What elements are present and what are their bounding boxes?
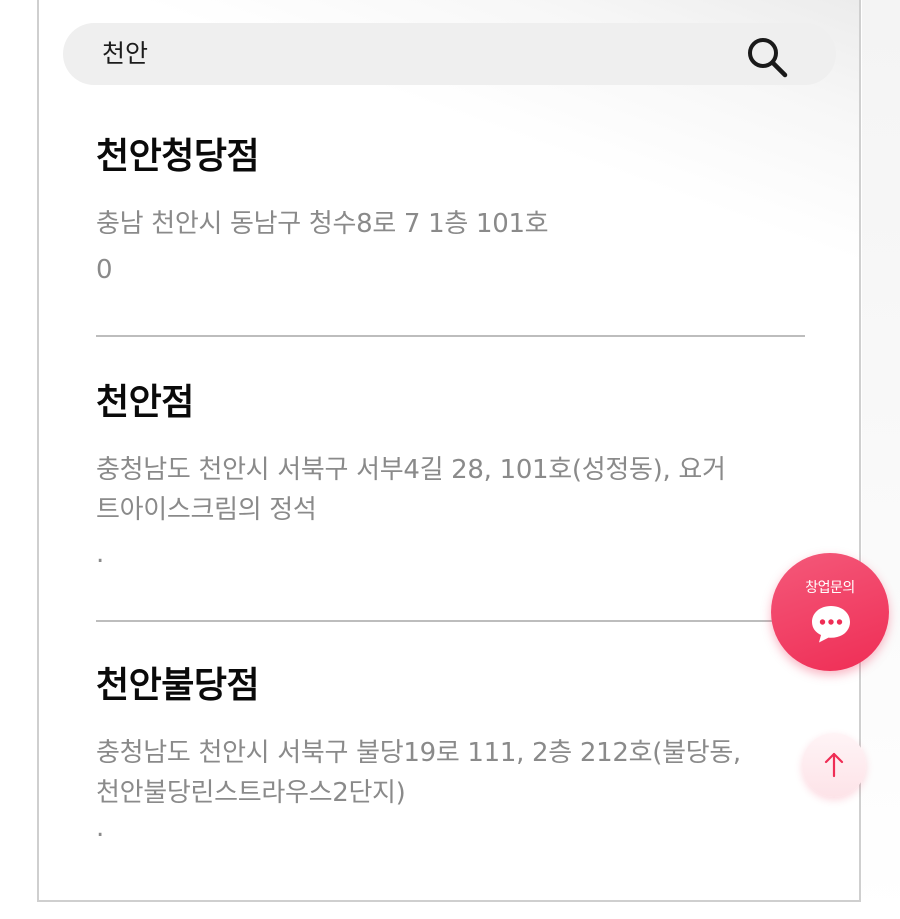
store-extra: 0 — [96, 255, 113, 285]
divider — [96, 335, 805, 337]
store-item[interactable]: 천안점 충청남도 천안시 서북구 서부4길 28, 101호(성정동), 요거 … — [96, 381, 806, 574]
store-address-line: 트아이스크림의 정석 — [96, 495, 317, 525]
store-extra: . — [96, 539, 105, 569]
store-name[interactable]: 천안청당점 — [96, 135, 806, 179]
store-address: 충청남도 천안시 서북구 서부4길 28, 101호(성정동), 요거 트아이스… — [96, 450, 806, 530]
search-input[interactable]: 천안 — [102, 37, 148, 71]
arrow-up-icon — [824, 752, 844, 778]
store-address-line: 충청남도 천안시 서북구 불당19로 111, 2층 212호(불당동, — [96, 738, 741, 768]
store-name[interactable]: 천안점 — [96, 381, 806, 425]
store-extra: . — [96, 813, 105, 843]
search-icon[interactable] — [745, 35, 789, 79]
store-item[interactable]: 천안청당점 충남 천안시 동남구 청수8로 7 1층 101호 0 — [96, 135, 806, 290]
store-address: 충남 천안시 동남구 청수8로 7 1층 101호 — [96, 204, 806, 244]
chat-bubble-icon — [812, 606, 850, 643]
store-name[interactable]: 천안불당점 — [96, 664, 806, 708]
store-address-line: 천안불당린스트라우스2단지) — [96, 778, 406, 808]
scroll-top-button[interactable] — [802, 733, 866, 797]
search-bar[interactable]: 천안 — [63, 23, 836, 85]
store-address-line: 충남 천안시 동남구 청수8로 7 1층 101호 — [96, 209, 549, 239]
divider — [96, 620, 805, 622]
store-item[interactable]: 천안불당점 충청남도 천안시 서북구 불당19로 111, 2층 212호(불당… — [96, 664, 806, 843]
consult-button[interactable]: 창업문의 — [771, 553, 889, 671]
store-address-line: 충청남도 천안시 서북구 서부4길 28, 101호(성정동), 요거 — [96, 455, 726, 485]
consult-label: 창업문의 — [805, 580, 855, 596]
page-background-edge — [862, 0, 900, 919]
store-address: 충청남도 천안시 서북구 불당19로 111, 2층 212호(불당동, 천안불… — [96, 733, 806, 813]
